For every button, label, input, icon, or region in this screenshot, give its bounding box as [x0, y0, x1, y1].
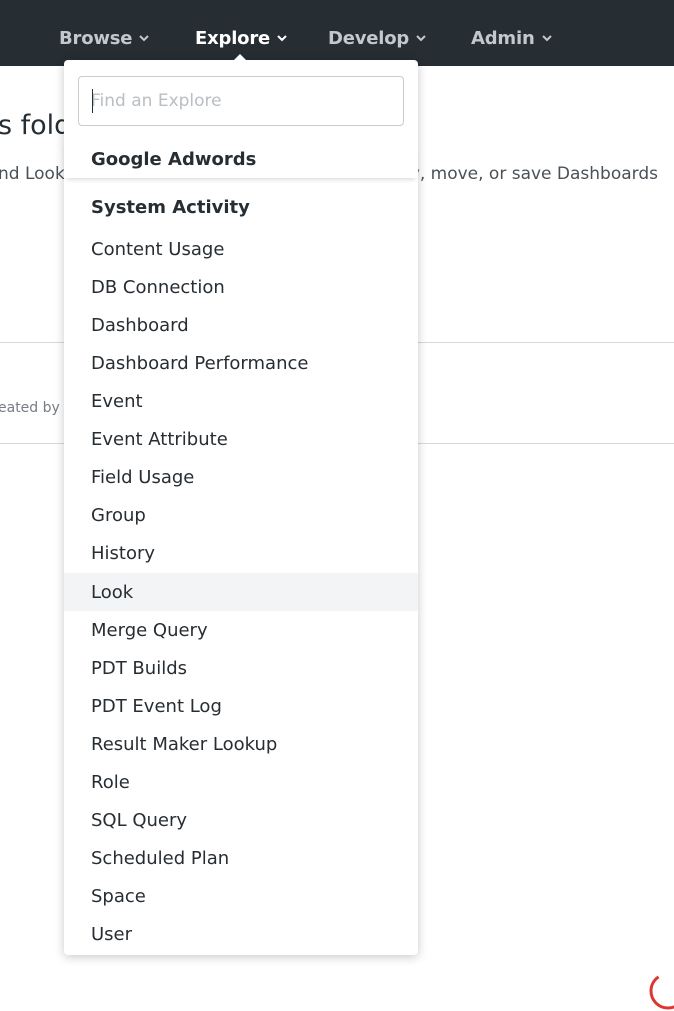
chevron-down-icon: [138, 34, 150, 42]
group-header-system-activity: System Activity: [91, 196, 250, 218]
top-nav-bar: Browse Explore Develop Admin: [0, 0, 674, 66]
chevron-down-icon: [276, 34, 288, 42]
explore-item-group[interactable]: Group: [64, 496, 418, 534]
nav-explore-label: Explore: [195, 27, 271, 49]
nav-admin-label: Admin: [471, 27, 535, 49]
chevron-down-icon: [541, 34, 553, 42]
explore-dropdown-menu: Google Adwords System Activity Content U…: [64, 60, 418, 955]
explore-item-sql-query[interactable]: SQL Query: [64, 801, 418, 839]
dropdown-caret: [232, 54, 248, 62]
explore-item-dashboard-performance[interactable]: Dashboard Performance: [64, 344, 418, 382]
explore-item-db-connection[interactable]: DB Connection: [64, 268, 418, 306]
explore-item-history[interactable]: History: [64, 534, 418, 572]
loading-spinner-icon: [649, 972, 674, 1010]
explore-item-pdt-builds[interactable]: PDT Builds: [64, 649, 418, 687]
nav-browse-label: Browse: [59, 27, 133, 49]
explore-search-input[interactable]: [78, 76, 404, 126]
explore-item-pdt-event-log[interactable]: PDT Event Log: [64, 687, 418, 725]
description-right-fragment: by, move, or save Dashboards: [398, 164, 658, 184]
nav-explore[interactable]: Explore: [195, 25, 288, 51]
explore-item-event[interactable]: Event: [64, 382, 418, 420]
explore-item-result-maker-lookup[interactable]: Result Maker Lookup: [64, 725, 418, 763]
chevron-down-icon: [415, 34, 427, 42]
explore-item-space[interactable]: Space: [64, 877, 418, 915]
nav-admin[interactable]: Admin: [471, 25, 553, 51]
explore-item-dashboard[interactable]: Dashboard: [64, 306, 418, 344]
explore-item-field-usage[interactable]: Field Usage: [64, 458, 418, 496]
nav-develop[interactable]: Develop: [328, 25, 427, 51]
explore-item-merge-query[interactable]: Merge Query: [64, 611, 418, 649]
explore-search: [78, 76, 404, 126]
explore-item-look[interactable]: Look: [64, 573, 418, 611]
explore-item-event-attribute[interactable]: Event Attribute: [64, 420, 418, 458]
page-title: s fold: [0, 110, 72, 141]
explore-item-role[interactable]: Role: [64, 763, 418, 801]
nav-develop-label: Develop: [328, 27, 410, 49]
nav-browse[interactable]: Browse: [59, 25, 150, 51]
text-cursor: [92, 89, 93, 113]
group-header-google-adwords: Google Adwords: [64, 140, 418, 178]
explore-item-user[interactable]: User: [64, 915, 418, 953]
explore-item-content-usage[interactable]: Content Usage: [64, 230, 418, 268]
explore-item-scheduled-plan[interactable]: Scheduled Plan: [64, 839, 418, 877]
created-by-label: eated by: [0, 400, 60, 416]
description-left-fragment: nd Look: [0, 164, 65, 184]
